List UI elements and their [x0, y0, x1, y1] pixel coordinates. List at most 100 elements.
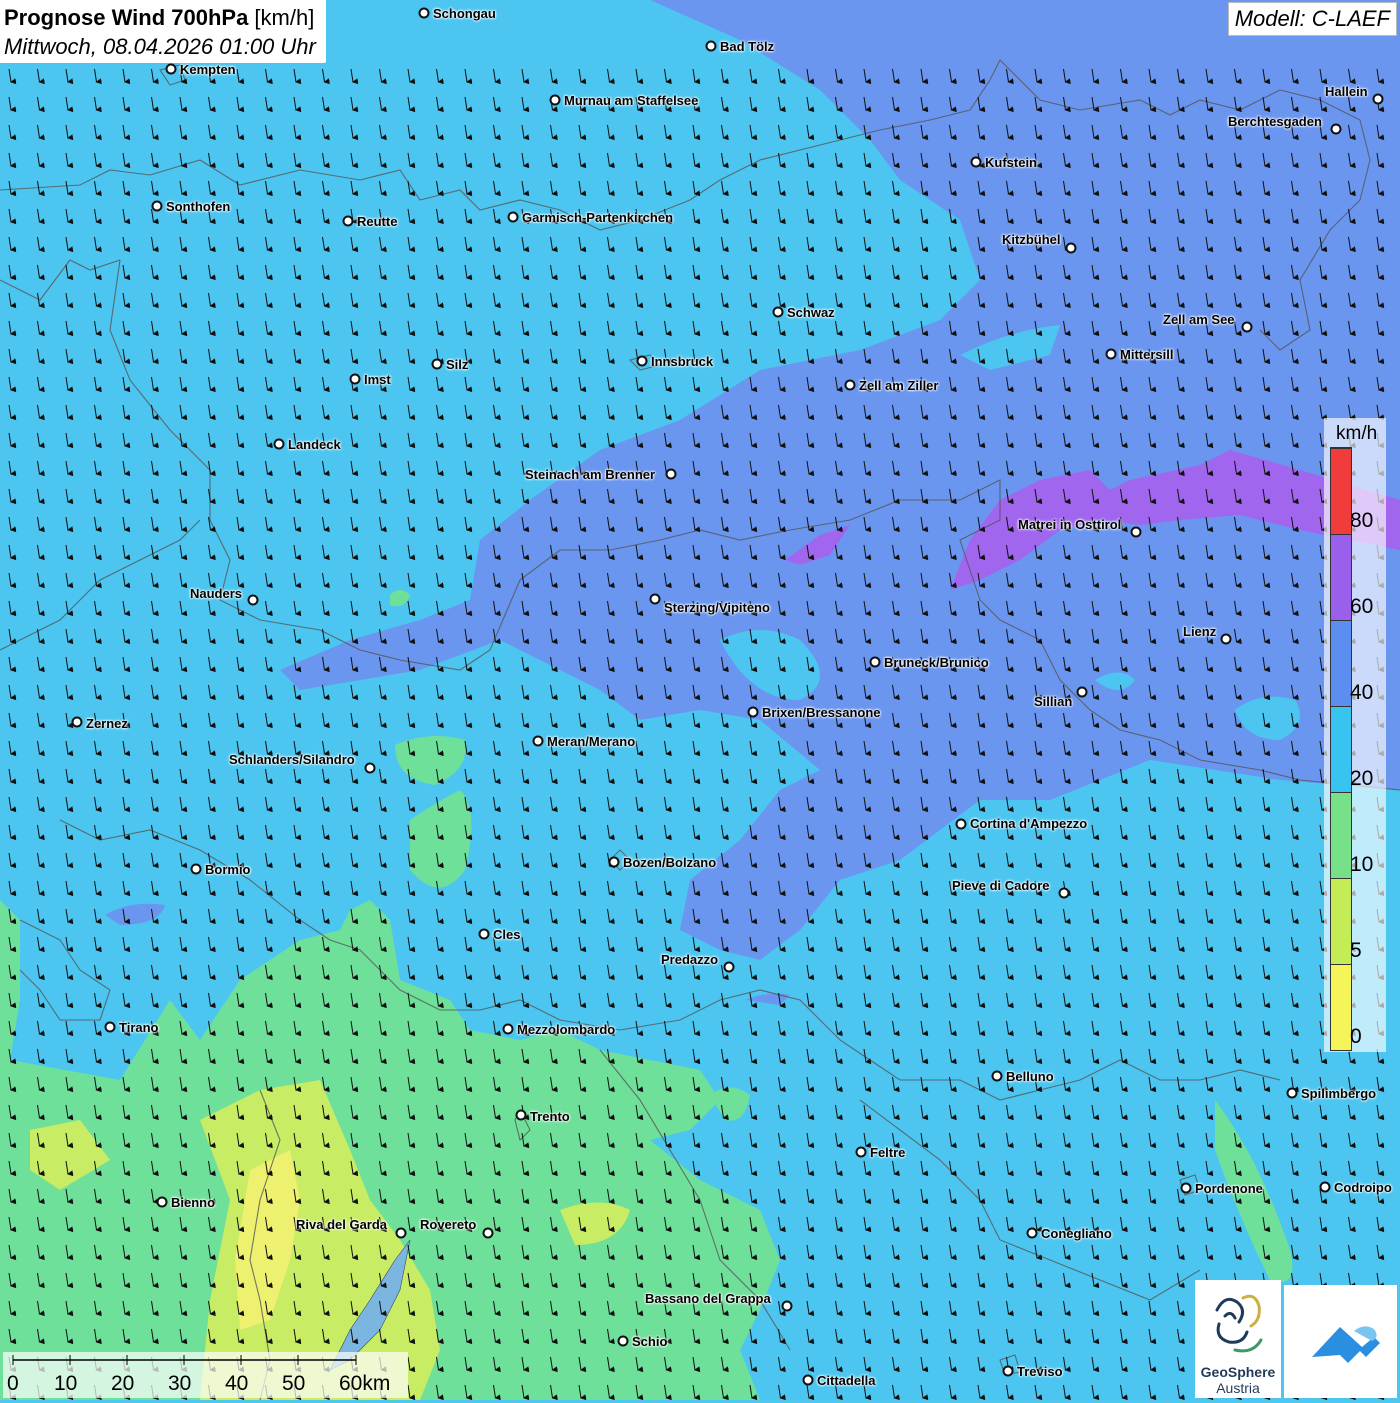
city-label: Bormio	[205, 862, 251, 877]
city-marker	[1241, 321, 1253, 333]
city-label: Sillian	[1034, 694, 1073, 709]
city-marker	[349, 373, 361, 385]
scale-label: 10	[54, 1372, 78, 1395]
legend-segment	[1331, 706, 1351, 792]
city-label: Innsbruck	[651, 354, 714, 369]
legend-tick-label: 40	[1350, 681, 1374, 704]
city-marker	[156, 1196, 168, 1208]
city-marker	[502, 1023, 514, 1035]
legend-tick-label: 20	[1350, 767, 1374, 790]
city-label: Zell am Ziller	[859, 378, 939, 393]
city-label: Tirano	[119, 1020, 159, 1035]
city-marker	[1058, 887, 1070, 899]
city-marker	[802, 1374, 814, 1386]
city-marker	[1130, 526, 1142, 538]
city-label: Predazzo	[661, 952, 719, 967]
legend-segment	[1331, 448, 1351, 534]
city-label: Trento	[530, 1109, 570, 1124]
city-label: Berchtesgaden	[1228, 114, 1322, 129]
city-marker	[772, 306, 784, 318]
app-logo	[1284, 1285, 1397, 1398]
city-label: Schwaz	[787, 305, 835, 320]
city-label: Hallein	[1325, 84, 1368, 99]
legend-tick-label: 80	[1350, 509, 1374, 532]
scale-label: 40	[225, 1372, 249, 1395]
city-marker	[247, 594, 259, 606]
city-label: Bozen/Bolzano	[623, 855, 717, 870]
city-label: Brixen/Bressanone	[762, 705, 881, 720]
city-marker	[532, 735, 544, 747]
city-label: Nauders	[190, 586, 243, 601]
city-marker	[151, 200, 163, 212]
city-label: Garmisch-Partenkirchen	[522, 210, 674, 225]
city-label: Cortina d'Ampezzo	[970, 816, 1088, 831]
city-label: Spilimbergo	[1301, 1086, 1377, 1101]
legend-segment	[1331, 620, 1351, 706]
city-label: Codroipo	[1334, 1180, 1392, 1195]
city-label: Landeck	[288, 437, 341, 452]
city-label: Feltre	[870, 1145, 906, 1160]
city-label: Pordenone	[1195, 1181, 1263, 1196]
geosphere-logo: GeoSphere Austria	[1195, 1280, 1281, 1398]
city-label: Pieve di Cadore	[952, 878, 1050, 893]
city-marker	[549, 94, 561, 106]
city-label: Imst	[364, 372, 391, 387]
city-marker	[1105, 348, 1117, 360]
city-label: Bassano del Grappa	[645, 1291, 771, 1306]
title-datetime: Mittwoch, 08.04.2026 01:00 Uhr	[4, 34, 316, 59]
geosphere-name: GeoSphere	[1200, 1364, 1276, 1380]
scale-label: 0	[7, 1372, 19, 1395]
scale-label: 30	[168, 1372, 192, 1395]
city-label: Cles	[493, 927, 521, 942]
city-label: Cittadella	[817, 1373, 876, 1388]
city-marker	[1065, 242, 1077, 254]
city-label: Zell am See	[1163, 312, 1235, 327]
city-marker	[1330, 123, 1342, 135]
city-label: Bruneck/Brunico	[884, 655, 989, 670]
scale-label: 60km	[339, 1372, 391, 1395]
city-label: Steinach am Brenner	[525, 467, 656, 482]
city-marker	[273, 438, 285, 450]
legend-tick-label: 0	[1350, 1025, 1362, 1048]
city-label: Riva del Garda	[296, 1217, 388, 1232]
city-marker	[364, 762, 376, 774]
city-label: Bad Tölz	[720, 39, 775, 54]
city-marker	[617, 1335, 629, 1347]
city-label: Bienno	[171, 1195, 216, 1210]
legend-segment	[1331, 964, 1351, 1050]
city-marker	[515, 1109, 527, 1121]
city-marker	[747, 706, 759, 718]
city-marker	[1076, 686, 1088, 698]
city-marker	[869, 656, 881, 668]
city-label: Kitzbühel	[1002, 232, 1061, 247]
city-marker	[1220, 633, 1232, 645]
legend-tick-label: 60	[1350, 595, 1374, 618]
city-marker	[418, 7, 430, 19]
city-label: Murnau am Staffelsee	[564, 93, 699, 108]
city-marker	[855, 1146, 867, 1158]
city-label: Treviso	[1017, 1364, 1063, 1379]
city-marker	[705, 40, 717, 52]
city-marker	[649, 593, 661, 605]
legend-unit: km/h	[1336, 423, 1378, 444]
city-marker	[71, 716, 83, 728]
legend-tick-label: 5	[1350, 939, 1362, 962]
city-marker	[1026, 1227, 1038, 1239]
city-label: Lienz	[1183, 624, 1217, 639]
legend-segment	[1331, 792, 1351, 878]
city-label: Schlanders/Silandro	[229, 752, 355, 767]
city-marker	[165, 63, 177, 75]
geosphere-emblem-icon	[1215, 1294, 1263, 1353]
legend-segment	[1331, 878, 1351, 964]
city-label: Conegliano	[1041, 1226, 1112, 1241]
city-label: Schio	[632, 1334, 668, 1349]
city-label: Rovereto	[420, 1217, 477, 1232]
city-marker	[482, 1227, 494, 1239]
title-unit: [km/h]	[248, 5, 315, 30]
city-label: Kempten	[180, 62, 236, 77]
title-main: Prognose Wind 700hPa	[4, 5, 249, 30]
city-marker	[1319, 1181, 1331, 1193]
legend-tick-label: 10	[1350, 853, 1374, 876]
city-marker	[723, 961, 735, 973]
city-label: Matrei in Osttirol	[1018, 517, 1122, 532]
